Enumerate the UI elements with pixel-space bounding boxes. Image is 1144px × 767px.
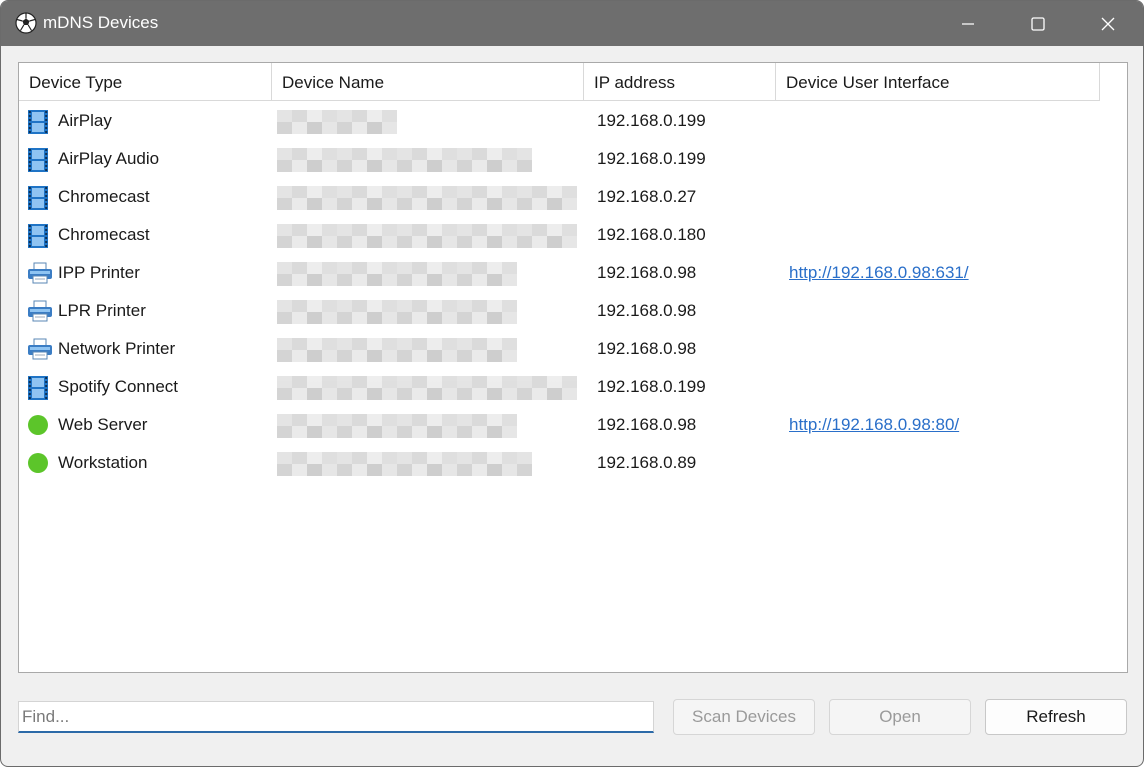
open-button[interactable]: Open	[829, 699, 971, 735]
table-row[interactable]: Web Server 192.168.0.98 http://192.168.0.9…	[19, 406, 1127, 444]
ip-address-cell: 192.168.0.199	[597, 149, 706, 168]
pixelated-redaction	[277, 376, 577, 400]
mdns-devices-window: mDNS Devices Device Type Device Name IP …	[0, 0, 1144, 767]
table-row[interactable]: Chromecast 192.168.0.27	[19, 178, 1127, 216]
film-strip-icon	[27, 224, 49, 248]
ip-address-cell: 192.168.0.27	[597, 187, 697, 206]
table-row[interactable]: AirPlay 192.168.0.199	[19, 102, 1127, 140]
film-strip-icon	[27, 148, 49, 172]
pixelated-redaction	[277, 186, 577, 210]
ip-address-cell: 192.168.0.98	[597, 339, 697, 358]
device-ui-link[interactable]: http://192.168.0.98:80/	[789, 406, 959, 444]
table-row[interactable]: Spotify Connect 192.168.0.199	[19, 368, 1127, 406]
table-row[interactable]: Workstation 192.168.0.89	[19, 444, 1127, 482]
maximize-icon	[1031, 16, 1045, 31]
ip-address-cell: 192.168.0.98	[597, 415, 697, 434]
refresh-button[interactable]: Refresh	[985, 699, 1127, 735]
table-row[interactable]: IPP Printer 192.168.0.98 http://192.168.0.…	[19, 254, 1127, 292]
pixelated-redaction	[277, 300, 517, 324]
soccer-ball-icon	[15, 12, 37, 34]
ip-address-cell: 192.168.0.89	[597, 453, 697, 472]
maximize-button[interactable]	[1003, 1, 1073, 46]
printer-icon	[27, 300, 52, 322]
pixelated-redaction	[277, 148, 532, 172]
scan-devices-button[interactable]: Scan Devices	[673, 699, 815, 735]
device-type-cell: Spotify Connect	[58, 377, 179, 396]
column-header-device-name[interactable]: Device Name	[272, 63, 584, 101]
close-icon	[1101, 17, 1115, 30]
film-strip-icon	[27, 186, 49, 210]
device-ui-link[interactable]: http://192.168.0.98:631/	[789, 254, 969, 292]
device-type-cell: Chromecast	[58, 187, 150, 206]
device-type-cell: Chromecast	[58, 225, 150, 244]
table-row[interactable]: AirPlay Audio 192.168.0.199	[19, 140, 1127, 178]
column-header-ip-address[interactable]: IP address	[584, 63, 776, 101]
close-button[interactable]	[1073, 1, 1143, 46]
pixelated-redaction	[277, 224, 577, 248]
printer-icon	[27, 262, 52, 284]
bottom-toolbar: Scan Devices Open Refresh	[1, 691, 1143, 741]
green-dot-icon	[27, 452, 49, 474]
minimize-icon	[962, 22, 974, 25]
minimize-button[interactable]	[933, 1, 1003, 46]
device-type-cell: Network Printer	[58, 339, 176, 358]
column-header-device-type[interactable]: Device Type	[19, 63, 272, 101]
pixelated-redaction	[277, 262, 517, 286]
printer-icon	[27, 338, 52, 360]
ip-address-cell: 192.168.0.199	[597, 111, 706, 130]
pixelated-redaction	[277, 338, 517, 362]
list-header: Device Type Device Name IP address Devic…	[19, 63, 1100, 101]
column-header-device-ui[interactable]: Device User Interface	[776, 63, 1100, 101]
green-dot-icon	[27, 414, 49, 436]
device-type-cell: AirPlay Audio	[58, 149, 160, 168]
pixelated-redaction	[277, 452, 532, 476]
table-row[interactable]: Chromecast 192.168.0.180	[19, 216, 1127, 254]
ip-address-cell: 192.168.0.98	[597, 301, 697, 320]
table-row[interactable]: Network Printer 192.168.0.98	[19, 330, 1127, 368]
film-strip-icon	[27, 110, 49, 134]
ip-address-cell: 192.168.0.98	[597, 263, 697, 282]
pixelated-redaction	[277, 110, 397, 134]
device-list[interactable]: Device Type Device Name IP address Devic…	[18, 62, 1128, 673]
device-type-cell: IPP Printer	[58, 263, 140, 282]
window-title: mDNS Devices	[43, 13, 159, 32]
device-type-cell: Workstation	[58, 453, 148, 472]
ip-address-cell: 192.168.0.180	[597, 225, 706, 244]
device-type-cell: AirPlay	[58, 111, 112, 130]
title-bar[interactable]: mDNS Devices	[1, 1, 1143, 46]
pixelated-redaction	[277, 414, 517, 438]
find-input[interactable]	[18, 701, 654, 733]
device-type-cell: Web Server	[58, 415, 148, 434]
table-row[interactable]: LPR Printer 192.168.0.98	[19, 292, 1127, 330]
film-strip-icon	[27, 376, 49, 400]
device-type-cell: LPR Printer	[58, 301, 146, 320]
ip-address-cell: 192.168.0.199	[597, 377, 706, 396]
